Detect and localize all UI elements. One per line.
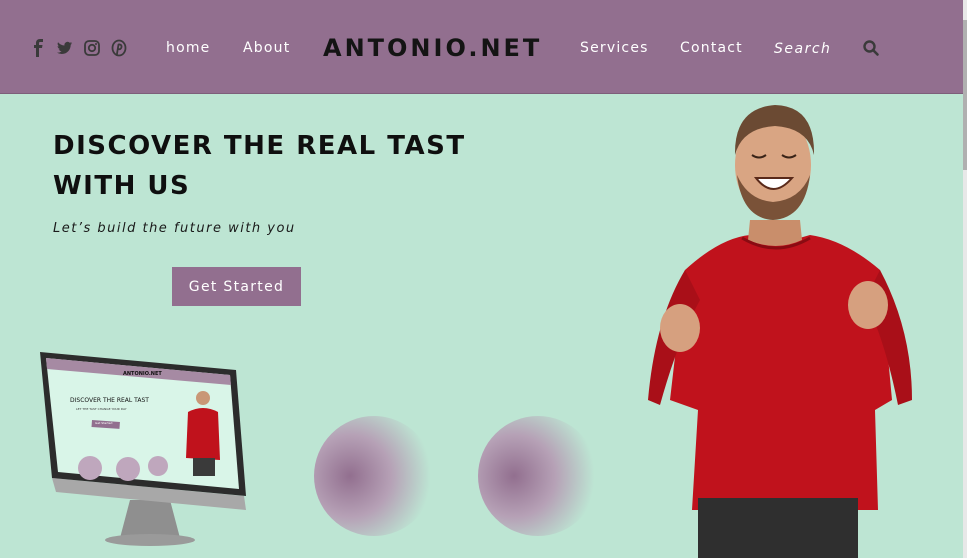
scrollbar-thumb[interactable] (963, 20, 967, 170)
mockup-subtitle: LET THE TAST CHANGE YOUR DAY (76, 407, 127, 411)
facebook-link[interactable] (24, 37, 51, 59)
happy-man-photo (648, 105, 912, 558)
facebook-icon (33, 39, 43, 57)
decorative-gradient-circle (314, 416, 434, 536)
hero-title-line-1: DISCOVER THE REAL TAST (53, 131, 466, 161)
mockup-title: DISCOVER THE REAL TAST (70, 397, 149, 404)
hero-title-line-2: WITH US (53, 171, 191, 201)
search-icon[interactable] (862, 39, 880, 57)
instagram-icon (83, 40, 100, 56)
nav-link-services[interactable]: Services (580, 40, 649, 56)
vertical-scrollbar[interactable] (963, 0, 967, 558)
decorative-gradient-circle (478, 416, 598, 536)
mockup-cta: Get Started (95, 421, 113, 425)
hero-subtitle: Let’s build the future with you (53, 221, 296, 236)
pinterest-icon (111, 39, 126, 57)
social-links (24, 37, 132, 59)
twitter-link[interactable] (51, 37, 78, 59)
site-logo[interactable]: ANTONIO.NET (323, 34, 542, 62)
search-input[interactable] (774, 38, 844, 60)
nav-link-about[interactable]: About (243, 40, 290, 56)
site-header: home About ANTONIO.NET Services Contact (0, 0, 967, 94)
instagram-link[interactable] (78, 37, 105, 59)
pinterest-link[interactable] (105, 37, 132, 59)
mockup-brand: ANTONIO.NET (123, 371, 162, 377)
nav-link-contact[interactable]: Contact (680, 40, 743, 56)
get-started-button[interactable]: Get Started (172, 267, 301, 306)
monitor-illustration (40, 352, 246, 546)
nav-link-home[interactable]: home (166, 40, 211, 56)
twitter-icon (56, 41, 72, 55)
hero-title: DISCOVER THE REAL TAST WITH US (53, 126, 473, 206)
monitor-mockup: ANTONIO.NET DISCOVER THE REAL TAST LET T… (40, 350, 255, 550)
